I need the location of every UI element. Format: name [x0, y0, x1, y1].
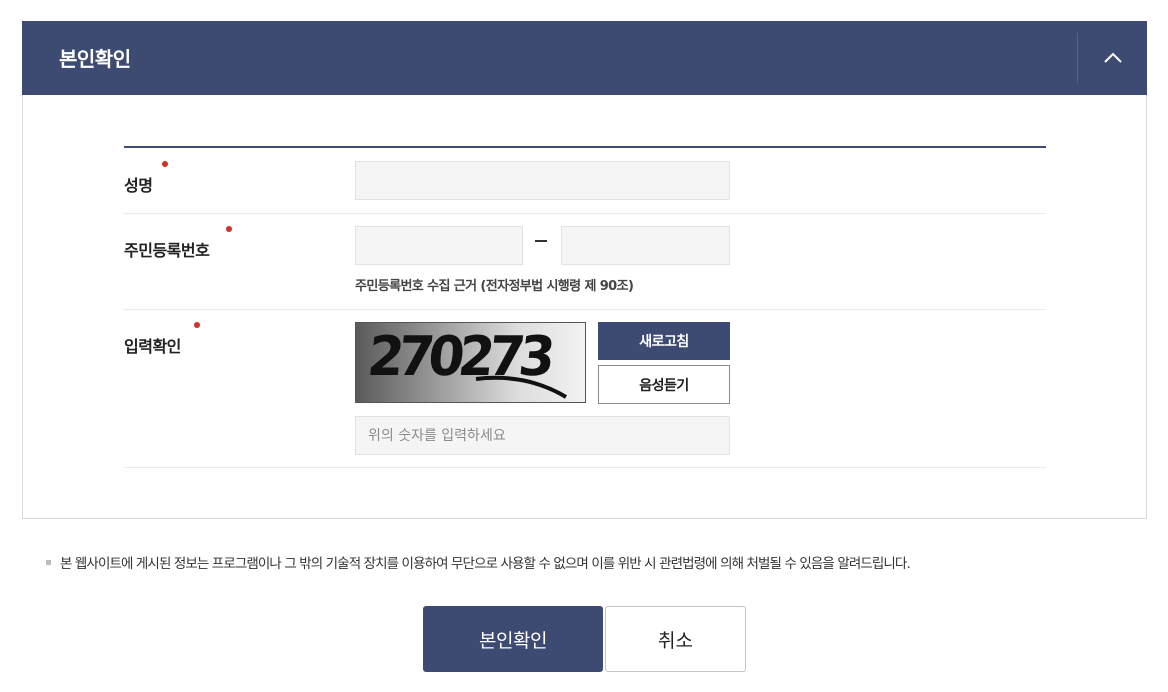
captcha-audio-button[interactable]: 음성듣기: [598, 365, 730, 404]
required-marker: [194, 322, 200, 328]
captcha-input[interactable]: [355, 416, 730, 455]
form-top-border: [124, 146, 1046, 148]
required-marker: [226, 226, 232, 232]
confirm-button[interactable]: 본인확인: [423, 606, 603, 672]
captcha-label: 입력확인: [124, 337, 181, 356]
rrn-label: 주민등록번호: [124, 241, 210, 260]
rrn-first-input[interactable]: [355, 226, 523, 265]
bullet-icon: [46, 560, 51, 565]
rrn-second-input[interactable]: [561, 226, 730, 265]
row-divider: [124, 309, 1046, 310]
captcha-noise-line: [475, 375, 568, 399]
collapse-button[interactable]: [1078, 21, 1147, 95]
row-divider: [124, 213, 1046, 214]
usage-notice: 본 웹사이트에 게시된 정보는 프로그램이나 그 밖의 기술적 장치를 이용하여…: [46, 552, 911, 572]
name-label: 성명: [124, 176, 153, 195]
row-divider: [124, 467, 1046, 468]
required-marker: [162, 161, 168, 167]
usage-notice-text: 본 웹사이트에 게시된 정보는 프로그램이나 그 밖의 기술적 장치를 이용하여…: [60, 556, 911, 572]
rrn-dash: [535, 240, 547, 242]
panel-header: 본인확인: [22, 21, 1147, 95]
rrn-collection-note: 주민등록번호 수집 근거 (전자정부법 시행령 제 90조): [355, 279, 634, 294]
panel-title: 본인확인: [59, 47, 131, 71]
captcha-refresh-button[interactable]: 새로고침: [598, 322, 730, 360]
captcha-image: 270273: [355, 322, 586, 403]
cancel-button[interactable]: 취소: [605, 606, 746, 672]
name-input[interactable]: [355, 161, 730, 200]
identity-verification-panel: 본인확인 성명 주민등록번호 주민등록번호 수집 근거 (전자정부법 시행령 제…: [22, 21, 1147, 519]
chevron-up-icon: [1103, 52, 1122, 63]
